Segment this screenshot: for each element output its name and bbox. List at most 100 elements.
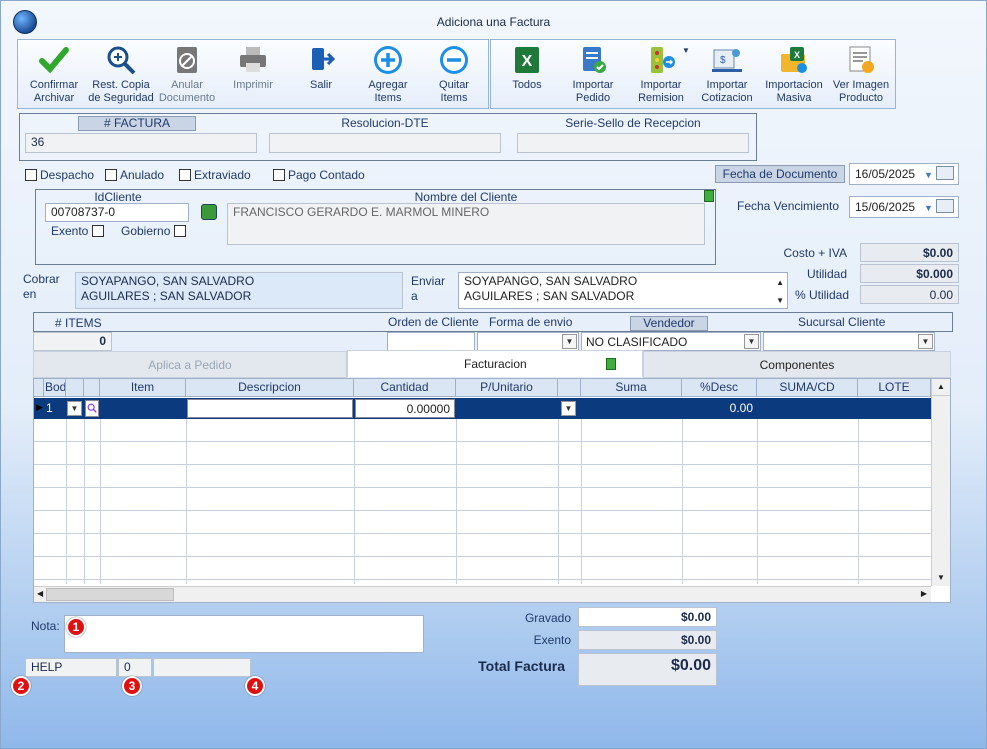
serie-sello-field[interactable]: [517, 133, 749, 153]
tab-note-icon[interactable]: [606, 358, 616, 370]
grid-col-bodega[interactable]: Bodega: [44, 379, 66, 397]
confirmar-button[interactable]: Confirmar Archivar: [24, 44, 84, 105]
cobrar-direccion-field[interactable]: SOYAPANGO, SAN SALVADRO AGUILARES ; SAN S…: [75, 272, 403, 309]
anular-documento-button[interactable]: Anular Documento: [158, 44, 216, 105]
grid-horizontal-scrollbar[interactable]: ◀ ▶: [34, 586, 931, 602]
idcliente-field[interactable]: 00708737-0: [45, 203, 189, 222]
callout-badge-4: 4: [245, 676, 265, 696]
vendedor-select[interactable]: NO CLASIFICADO: [581, 332, 761, 351]
nombre-cliente-field[interactable]: FRANCISCO GERARDO E. MARMOL MINERO: [227, 203, 705, 245]
grid-col-blank1[interactable]: [66, 379, 84, 397]
forma-envio-chevron-icon[interactable]: ▼: [562, 334, 577, 349]
venc-calendar-icon[interactable]: [936, 199, 954, 213]
date-dropdown-icon[interactable]: ▼: [924, 166, 933, 184]
grid-scroll-down-icon[interactable]: ▼: [932, 570, 950, 586]
enviar-direccion-field[interactable]: SOYAPANGO, SAN SALVADRO AGUILARES ; SAN S…: [458, 272, 788, 309]
calendar-icon[interactable]: [936, 166, 954, 180]
row-cantidad-input[interactable]: 0.00000: [355, 399, 455, 418]
printer-icon: [237, 44, 269, 76]
despacho-check-box[interactable]: [25, 169, 37, 181]
venc-dropdown-icon[interactable]: ▼: [924, 199, 933, 217]
scroll-down-icon[interactable]: ▼: [776, 293, 784, 308]
pago-contado-check-box[interactable]: [273, 169, 285, 181]
ver-imagen-producto-button[interactable]: Ver Imagen Producto: [829, 44, 893, 105]
orden-cliente-label: Orden de Cliente: [388, 315, 479, 329]
grid-col-cantidad[interactable]: Cantidad: [354, 379, 456, 397]
row-desc-cell[interactable]: 0.00: [682, 398, 757, 419]
grid-vline: [84, 419, 85, 584]
factura-number-field[interactable]: 36: [25, 133, 257, 153]
excel-icon: X: [511, 44, 543, 76]
vendedor-chevron-icon[interactable]: ▼: [744, 334, 759, 349]
total-factura-value: $0.00: [578, 653, 717, 686]
minus-circle-icon: [438, 44, 470, 76]
note-green-icon[interactable]: [704, 190, 714, 202]
grid-col-blank2[interactable]: [84, 379, 100, 397]
grid-col-descripcion[interactable]: Descripcion: [186, 379, 354, 397]
tab-componentes[interactable]: Componentes: [643, 351, 951, 378]
validate-check-icon[interactable]: [201, 204, 217, 220]
count-status: 0: [118, 658, 152, 677]
row-bodega-cell[interactable]: 1: [44, 398, 66, 419]
checkmark-icon: [38, 44, 70, 76]
grid-col-suma[interactable]: Suma: [581, 379, 682, 397]
quitar-items-button[interactable]: Quitar Items: [424, 44, 484, 105]
nombre-cliente-label: Nombre del Cliente: [414, 190, 518, 204]
grid-vline: [100, 419, 101, 584]
grid-vline: [858, 419, 859, 584]
agregar-items-button[interactable]: Agregar Items: [358, 44, 418, 105]
remision-dropdown-arrow-icon[interactable]: ▼: [682, 46, 690, 55]
salir-button[interactable]: Salir: [292, 44, 350, 92]
grid-scroll-left-icon[interactable]: ◀: [37, 589, 43, 598]
extraviado-check-box[interactable]: [179, 169, 191, 181]
porcentaje-utilidad-value: 0.00: [860, 285, 959, 304]
grid-col-desc[interactable]: %Desc: [682, 379, 757, 397]
row-pointer-icon: ▶: [36, 402, 43, 412]
sucursal-chevron-icon[interactable]: ▼: [918, 334, 933, 349]
todos-button[interactable]: X Todos: [499, 44, 555, 92]
row-bodega-chevron-icon[interactable]: ▼: [67, 401, 82, 416]
callout-badge-1: 1: [66, 617, 86, 637]
row-descripcion-input[interactable]: [187, 399, 353, 418]
exento-checkbox[interactable]: Exento: [51, 224, 107, 238]
grid-col-lote[interactable]: LOTE: [858, 379, 931, 397]
nota-field[interactable]: [64, 615, 424, 653]
tab-aplica-pedido[interactable]: Aplica a Pedido: [33, 351, 347, 378]
resolucion-field[interactable]: [269, 133, 501, 153]
restaurar-copia-button[interactable]: Rest. Copia de Seguridad: [86, 44, 156, 105]
extraviado-checkbox[interactable]: Extraviado: [179, 168, 251, 182]
table-row[interactable]: [34, 398, 931, 419]
anulado-checkbox[interactable]: Anulado: [105, 168, 164, 182]
gobierno-checkbox[interactable]: Gobierno: [121, 224, 189, 238]
grid-col-suma-cd[interactable]: SUMA/CD: [757, 379, 858, 397]
grid-col-punitario[interactable]: P/Unitario: [456, 379, 558, 397]
despacho-checkbox[interactable]: Despacho: [25, 168, 94, 182]
importar-pedido-button[interactable]: Importar Pedido: [563, 44, 623, 105]
grid-col-blank3[interactable]: [558, 379, 581, 397]
importacion-masiva-button[interactable]: X Importacion Masiva: [761, 44, 827, 105]
orden-cliente-field[interactable]: [387, 332, 475, 351]
fecha-documento-field[interactable]: 16/05/2025 ▼: [849, 163, 959, 185]
pago-contado-checkbox[interactable]: Pago Contado: [273, 168, 365, 182]
items-count-value: 0: [33, 332, 112, 351]
row-price-chevron-icon[interactable]: ▼: [561, 401, 576, 416]
scroll-up-icon[interactable]: ▲: [776, 275, 784, 290]
gobierno-check-box[interactable]: [173, 225, 186, 237]
exento-check-box[interactable]: [91, 225, 104, 237]
invoice-window: Adiciona una Factura Confirmar Archivar R…: [0, 0, 987, 749]
importar-cotizacion-button[interactable]: $ Importar Cotizacion: [697, 44, 757, 105]
row-search-icon[interactable]: [85, 400, 99, 417]
grid-scroll-up-icon[interactable]: ▲: [932, 379, 950, 396]
grid-vertical-scrollbar[interactable]: ▲ ▼: [931, 379, 950, 586]
grid-col-item[interactable]: Item: [100, 379, 186, 397]
grid-scroll-thumb[interactable]: [46, 588, 174, 601]
svg-text:X: X: [522, 53, 533, 70]
plus-circle-icon: [372, 44, 404, 76]
anulado-check-box[interactable]: [105, 169, 117, 181]
grid-scroll-right-icon[interactable]: ▶: [921, 589, 927, 598]
imprimir-button[interactable]: Imprimir: [224, 44, 282, 92]
tab-facturacion[interactable]: Facturacion: [347, 350, 643, 377]
grid-corner: [34, 379, 44, 397]
fecha-vencimiento-field[interactable]: 15/06/2025 ▼: [849, 196, 959, 218]
sucursal-cliente-select[interactable]: [763, 332, 935, 351]
